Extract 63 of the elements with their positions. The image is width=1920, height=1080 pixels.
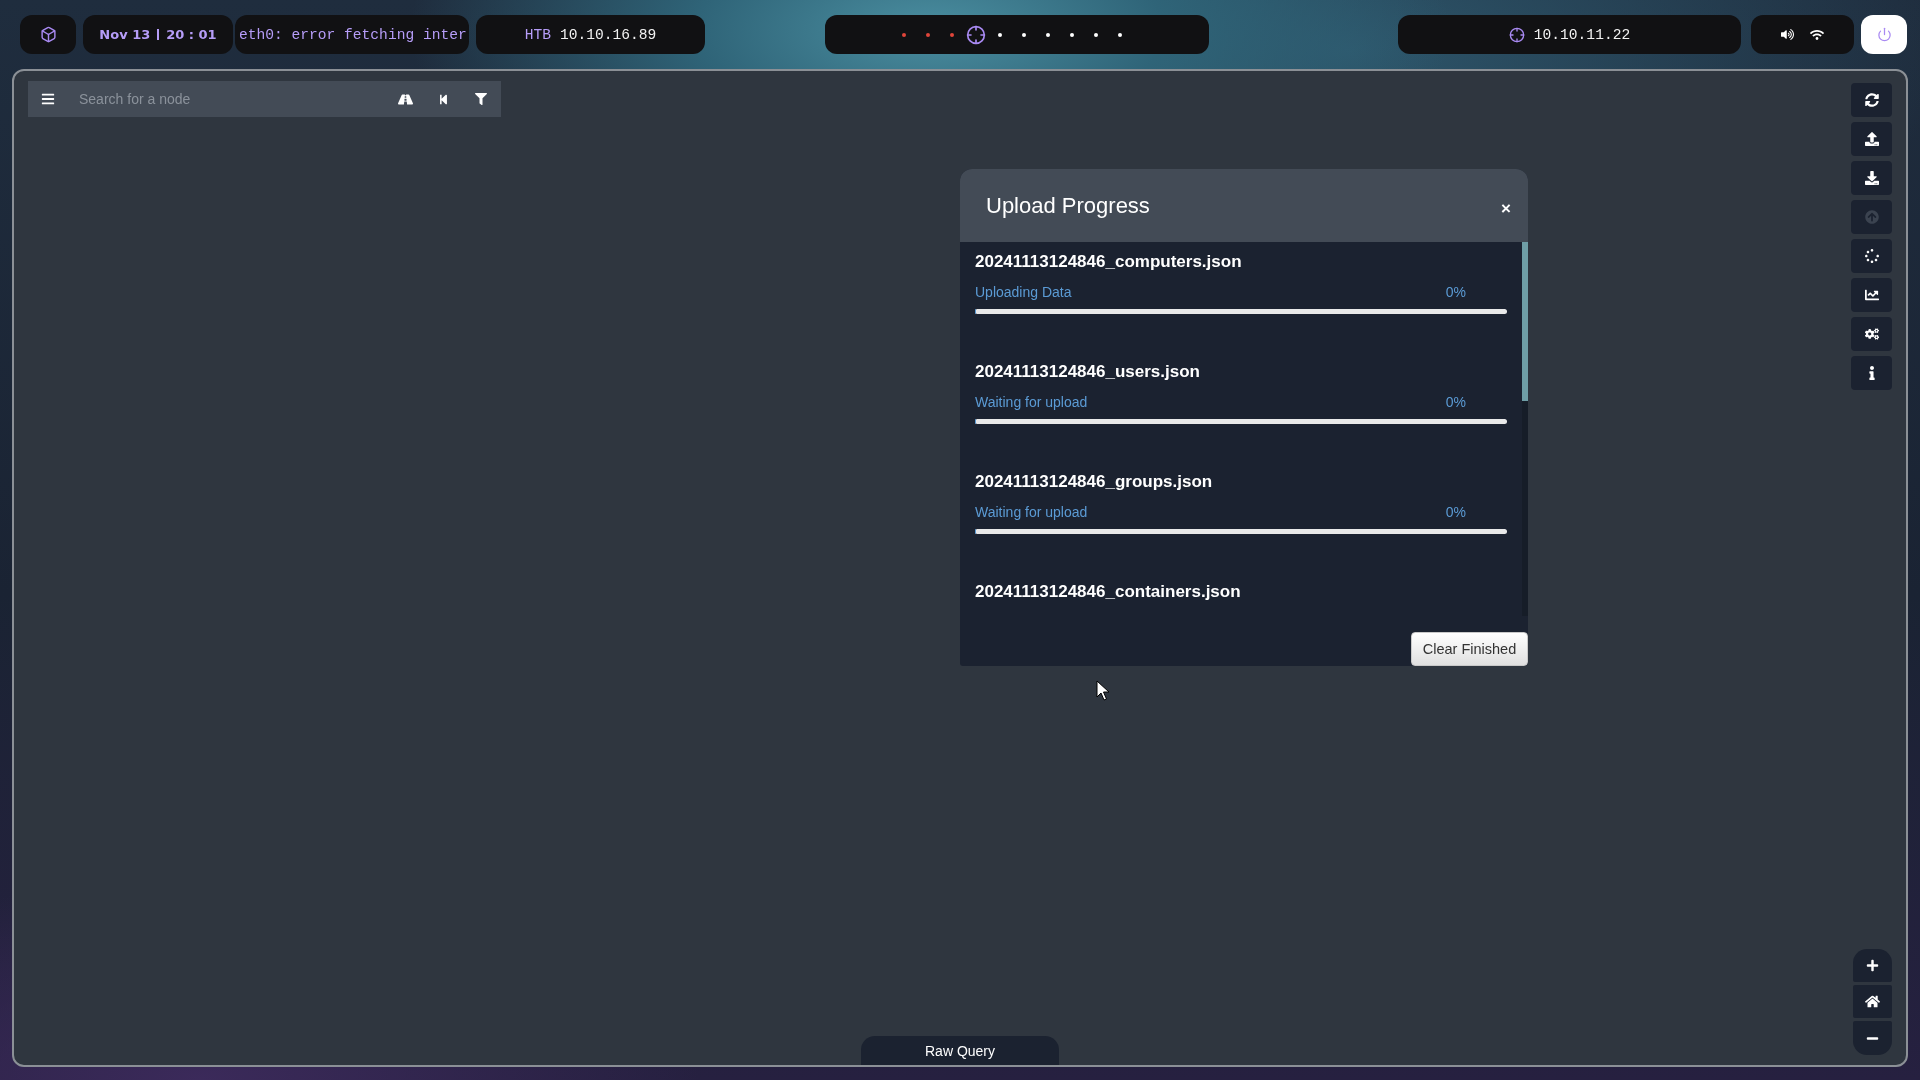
home-icon xyxy=(1865,994,1880,1009)
refresh-icon xyxy=(1864,93,1879,107)
spinner-button[interactable] xyxy=(1851,239,1892,273)
info-button[interactable] xyxy=(1851,356,1892,390)
workspace-dot-icon[interactable] xyxy=(998,32,1002,37)
workspace-dot-icon[interactable] xyxy=(1118,32,1122,37)
network-status-text: eth0: error fetching inter xyxy=(239,26,467,43)
mouse-pointer-icon xyxy=(1096,680,1110,701)
date-text: Nov 13 xyxy=(99,27,151,42)
upload-percent: 0% xyxy=(1445,283,1466,301)
close-button[interactable]: × xyxy=(1498,199,1514,218)
workspace-dot-icon[interactable] xyxy=(1022,32,1026,37)
workspace-dot-icon[interactable] xyxy=(1094,32,1098,37)
file-name: 20241113124846_users.json xyxy=(975,362,1201,382)
settings-button[interactable] xyxy=(1851,317,1892,351)
zoom-out-button[interactable] xyxy=(1853,1021,1892,1055)
workspace-dot-icon[interactable] xyxy=(902,32,906,37)
clear-finished-button[interactable]: Clear Finished xyxy=(1411,632,1528,666)
workspace-dot-icon[interactable] xyxy=(926,32,930,37)
dialog-title: Upload Progress xyxy=(986,192,1150,219)
power-button[interactable] xyxy=(1861,15,1907,54)
home-button[interactable] xyxy=(1853,985,1892,1018)
download-icon xyxy=(1864,171,1879,185)
scrollbar-thumb[interactable] xyxy=(1522,242,1528,401)
file-name: 20241113124846_computers.json xyxy=(975,252,1243,272)
vpn-label: HTB xyxy=(524,26,551,43)
crosshair-icon[interactable] xyxy=(966,24,986,45)
filter-icon xyxy=(475,93,487,105)
upload-percent: 0% xyxy=(1445,503,1466,521)
volume-icon[interactable] xyxy=(1781,28,1794,41)
upload-status: Uploading Data xyxy=(975,283,1072,301)
search-bar[interactable]: Search for a node xyxy=(28,81,501,117)
crosshair-icon xyxy=(1508,26,1525,43)
raw-query-tab[interactable]: Raw Query xyxy=(861,1036,1059,1065)
search-field[interactable]: Search for a node xyxy=(79,87,389,111)
vpn-address: 10.10.16.89 xyxy=(559,26,657,43)
upload-status: Waiting for upload xyxy=(975,393,1088,411)
cube-icon xyxy=(39,26,57,43)
menu-icon xyxy=(41,92,55,106)
gears-icon xyxy=(1864,327,1879,341)
download-button[interactable] xyxy=(1851,161,1892,195)
file-name: 20241113124846_containers.json xyxy=(975,582,1242,602)
step-back-icon xyxy=(437,93,449,105)
refresh-button[interactable] xyxy=(1851,83,1892,117)
workspace-dot-icon[interactable] xyxy=(1070,32,1074,37)
upload-status: Waiting for upload xyxy=(975,503,1088,521)
upload-button[interactable] xyxy=(1851,122,1892,156)
line-chart-icon xyxy=(1864,288,1879,302)
spinner-icon xyxy=(1864,249,1879,263)
workspace-dot-icon[interactable] xyxy=(1046,32,1050,37)
target-address: 10.10.11.22 xyxy=(1533,26,1631,43)
workspace-dot-icon[interactable] xyxy=(950,32,954,37)
upload-percent: 0% xyxy=(1445,393,1466,411)
file-name: 20241113124846_groups.json xyxy=(975,472,1214,492)
power-icon xyxy=(1876,27,1892,42)
upload-icon xyxy=(1864,132,1879,146)
time-text: 20 : 01 xyxy=(166,27,217,42)
launcher-button[interactable] xyxy=(20,15,76,54)
zoom-in-button[interactable] xyxy=(1853,949,1892,982)
line-chart-button[interactable] xyxy=(1851,278,1892,312)
wifi-icon[interactable] xyxy=(1810,27,1824,42)
scrollbar-track[interactable] xyxy=(1522,242,1528,616)
plus-icon xyxy=(1866,959,1879,972)
